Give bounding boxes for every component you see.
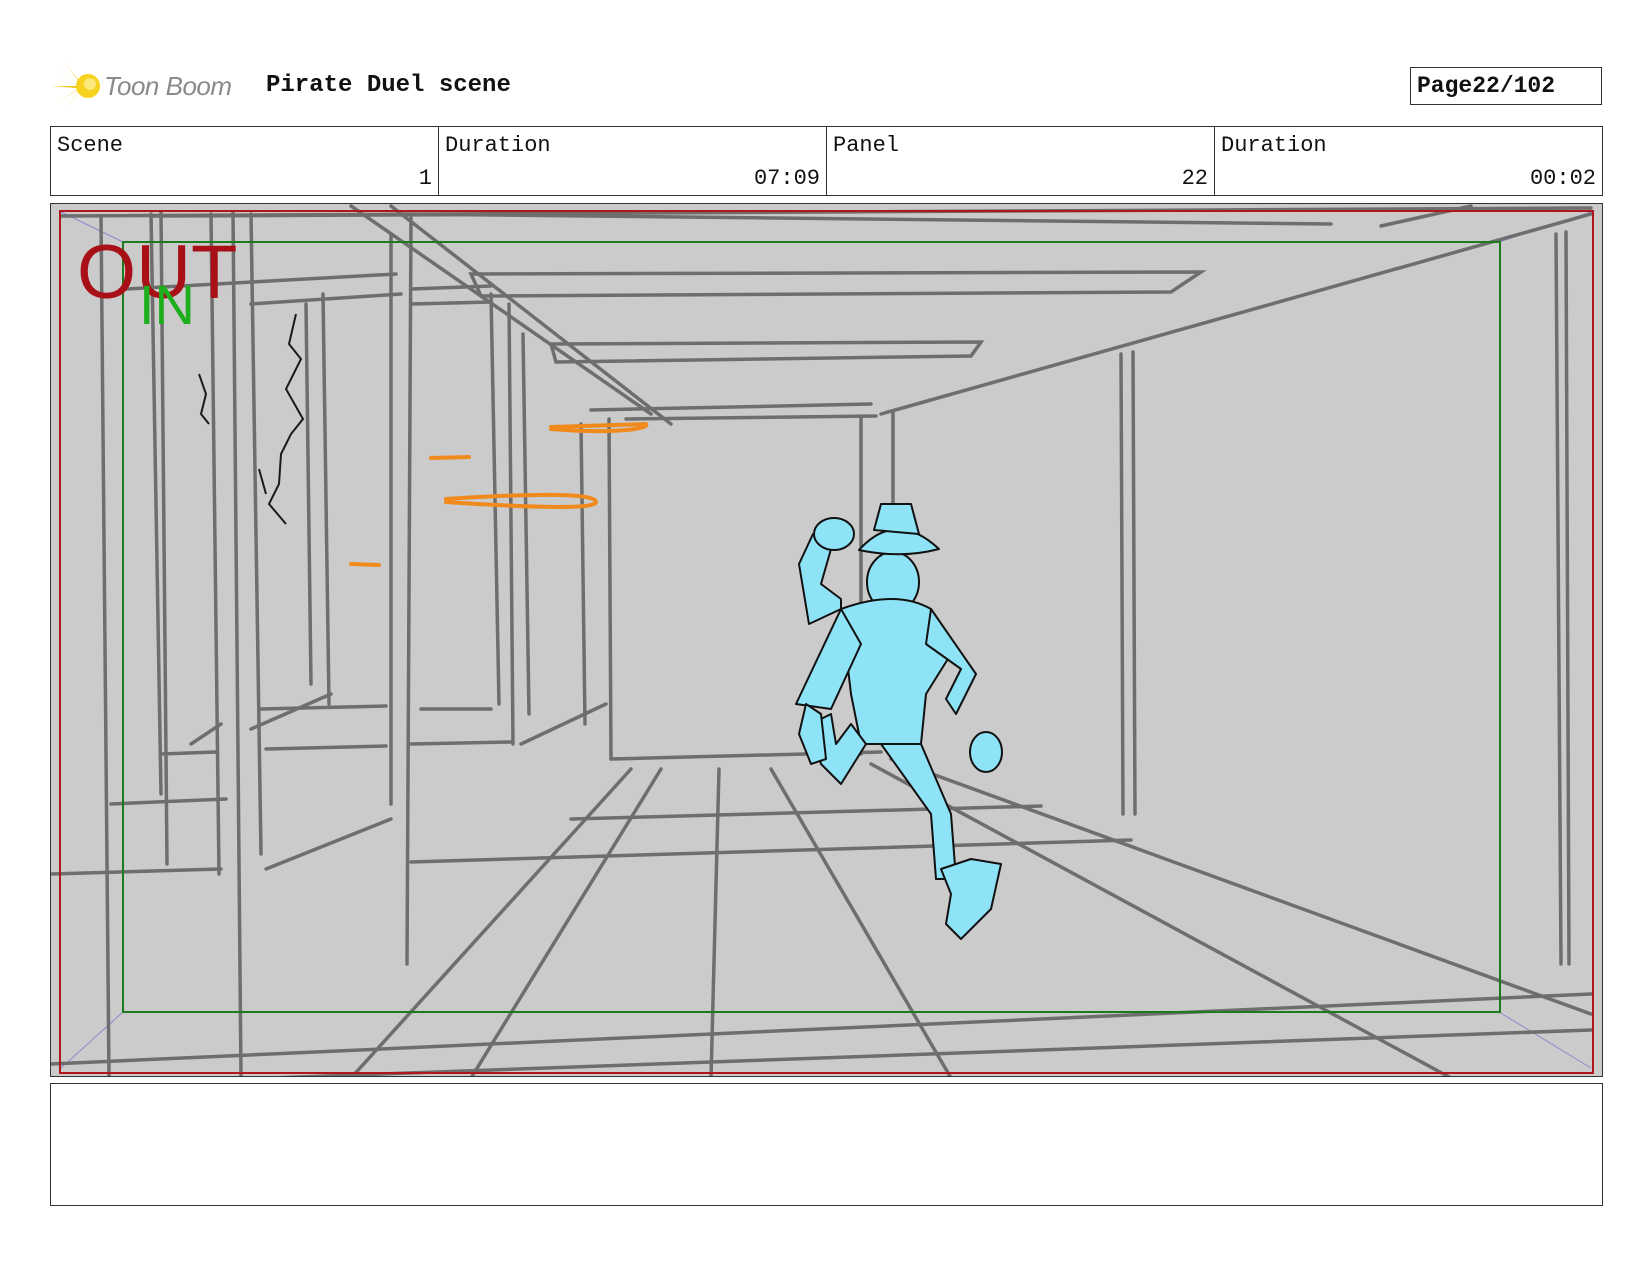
panel-duration-cell: Duration 00:02 bbox=[1215, 127, 1602, 195]
page-value: 22/102 bbox=[1472, 73, 1556, 99]
page-indicator: Page 22/102 bbox=[1410, 67, 1602, 105]
panel-duration-label: Duration bbox=[1221, 133, 1327, 158]
character-sketch bbox=[795, 503, 1003, 940]
panel-value: 22 bbox=[1181, 166, 1208, 191]
panel-label: Panel bbox=[833, 133, 900, 158]
panel-duration-value: 00:02 bbox=[1529, 166, 1596, 191]
scene-duration-cell: Duration 07:09 bbox=[439, 127, 827, 195]
scene-duration-label: Duration bbox=[445, 133, 551, 158]
toon-boom-logo-icon bbox=[52, 62, 100, 110]
scene-label: Scene bbox=[57, 133, 124, 158]
background-sketch bbox=[51, 204, 1593, 1076]
panel-sketch: OUT IN bbox=[51, 204, 1594, 1076]
scene-cell: Scene 1 bbox=[51, 127, 439, 195]
panel-notes[interactable] bbox=[50, 1083, 1603, 1206]
panel-info-table: Scene 1 Duration 07:09 Panel 22 Duration… bbox=[50, 126, 1603, 196]
page-label: Page bbox=[1417, 73, 1473, 99]
in-marker: IN bbox=[139, 273, 195, 336]
logo-text: Toon Boom bbox=[104, 70, 232, 101]
storyboard-title: Pirate Duel scene bbox=[266, 72, 511, 99]
scene-duration-value: 07:09 bbox=[753, 166, 820, 191]
scene-value: 1 bbox=[418, 166, 432, 191]
panel-cell: Panel 22 bbox=[827, 127, 1215, 195]
effect-lines bbox=[349, 421, 649, 567]
storyboard-panel-image: OUT IN bbox=[50, 203, 1603, 1077]
toon-boom-logo: Toon Boom bbox=[52, 60, 232, 112]
